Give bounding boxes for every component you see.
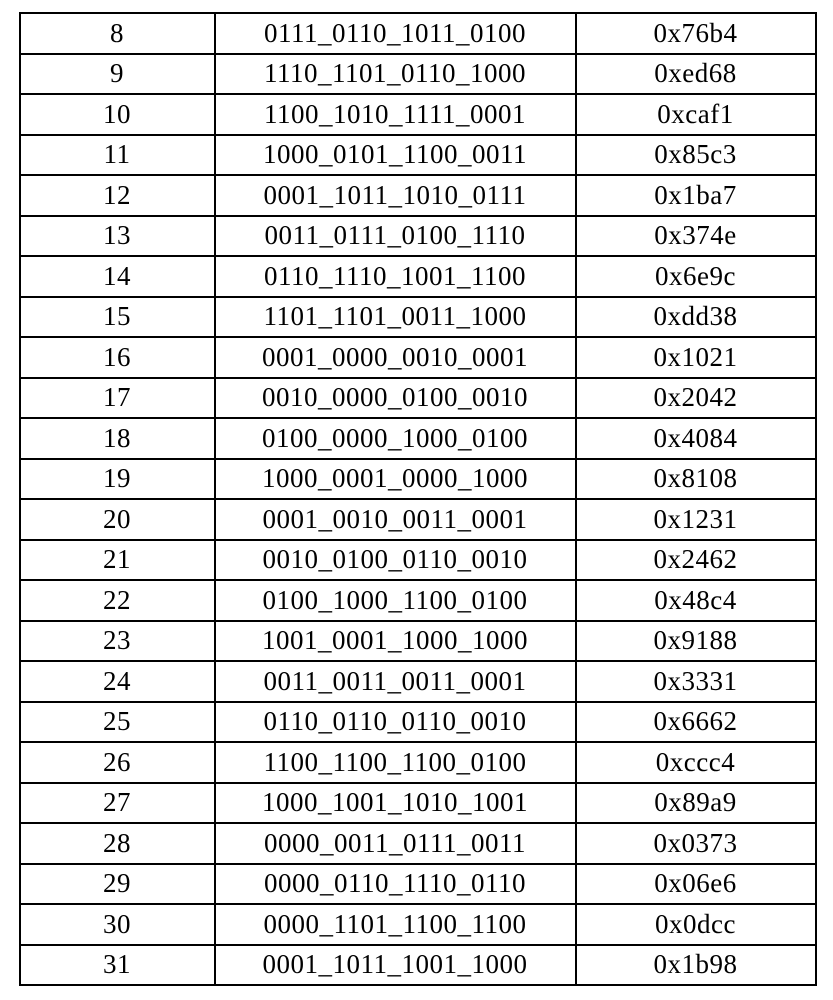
table-row: 300000_1101_1100_11000x0dcc	[20, 904, 816, 945]
lookup-table: 80111_0110_1011_01000x76b4 91110_1101_01…	[19, 12, 815, 986]
index-cell: 15	[20, 297, 215, 338]
binary-cell: 0001_0000_0010_0001	[215, 337, 576, 378]
table-row: 280000_0011_0111_00110x0373	[20, 823, 816, 864]
index-cell: 28	[20, 823, 215, 864]
binary-cell: 1100_1100_1100_0100	[215, 742, 576, 783]
hex-cell: 0x9188	[576, 621, 816, 662]
index-cell: 13	[20, 216, 215, 257]
index-cell: 20	[20, 499, 215, 540]
hex-cell: 0x374e	[576, 216, 816, 257]
index-cell: 12	[20, 175, 215, 216]
hex-cell: 0x6e9c	[576, 256, 816, 297]
table-row: 250110_0110_0110_00100x6662	[20, 702, 816, 743]
index-cell: 14	[20, 256, 215, 297]
hex-cell: 0x85c3	[576, 135, 816, 176]
hex-cell: 0x2042	[576, 378, 816, 419]
table-row: 220100_1000_1100_01000x48c4	[20, 580, 816, 621]
hex-cell: 0x0dcc	[576, 904, 816, 945]
hex-cell: 0x48c4	[576, 580, 816, 621]
index-cell: 23	[20, 621, 215, 662]
table-row: 290000_0110_1110_01100x06e6	[20, 864, 816, 905]
binary-cell: 1000_1001_1010_1001	[215, 783, 576, 824]
binary-cell: 0011_0011_0011_0001	[215, 661, 576, 702]
index-cell: 30	[20, 904, 215, 945]
index-cell: 22	[20, 580, 215, 621]
binary-cell: 1100_1010_1111_0001	[215, 94, 576, 135]
hex-cell: 0x4084	[576, 418, 816, 459]
table-row: 140110_1110_1001_11000x6e9c	[20, 256, 816, 297]
table-row: 160001_0000_0010_00010x1021	[20, 337, 816, 378]
index-cell: 18	[20, 418, 215, 459]
binary-cell: 1001_0001_1000_1000	[215, 621, 576, 662]
binary-cell: 0001_0010_0011_0001	[215, 499, 576, 540]
table-row: 210010_0100_0110_00100x2462	[20, 540, 816, 581]
index-cell: 31	[20, 945, 215, 986]
table-row: 170010_0000_0100_00100x2042	[20, 378, 816, 419]
table-row: 130011_0111_0100_11100x374e	[20, 216, 816, 257]
hex-cell: 0x8108	[576, 459, 816, 500]
hex-cell: 0xcaf1	[576, 94, 816, 135]
binary-cell: 1101_1101_0011_1000	[215, 297, 576, 338]
hex-cell: 0x1b98	[576, 945, 816, 986]
table-row: 231001_0001_1000_10000x9188	[20, 621, 816, 662]
table-row: 101100_1010_1111_00010xcaf1	[20, 94, 816, 135]
table-row: 240011_0011_0011_00010x3331	[20, 661, 816, 702]
hex-cell: 0x06e6	[576, 864, 816, 905]
binary-cell: 0000_0011_0111_0011	[215, 823, 576, 864]
index-cell: 21	[20, 540, 215, 581]
binary-cell: 0100_0000_1000_0100	[215, 418, 576, 459]
index-cell: 24	[20, 661, 215, 702]
index-cell: 16	[20, 337, 215, 378]
table-row: 111000_0101_1100_00110x85c3	[20, 135, 816, 176]
hex-cell: 0x1231	[576, 499, 816, 540]
index-cell: 8	[20, 13, 215, 54]
hex-cell: 0x6662	[576, 702, 816, 743]
binary-cell: 0001_1011_1010_0111	[215, 175, 576, 216]
index-cell: 29	[20, 864, 215, 905]
binary-cell: 0110_0110_0110_0010	[215, 702, 576, 743]
table-row: 180100_0000_1000_01000x4084	[20, 418, 816, 459]
binary-cell: 0001_1011_1001_1000	[215, 945, 576, 986]
binary-cell: 0011_0111_0100_1110	[215, 216, 576, 257]
table-row: 91110_1101_0110_10000xed68	[20, 54, 816, 95]
hex-cell: 0x76b4	[576, 13, 816, 54]
hex-cell: 0x1021	[576, 337, 816, 378]
hex-cell: 0xdd38	[576, 297, 816, 338]
binary-cell: 0000_0110_1110_0110	[215, 864, 576, 905]
hex-cell: 0x2462	[576, 540, 816, 581]
table-row: 310001_1011_1001_10000x1b98	[20, 945, 816, 986]
table-row: 261100_1100_1100_01000xccc4	[20, 742, 816, 783]
hex-cell: 0x89a9	[576, 783, 816, 824]
index-cell: 9	[20, 54, 215, 95]
index-cell: 26	[20, 742, 215, 783]
binary-cell: 0110_1110_1001_1100	[215, 256, 576, 297]
table-row: 120001_1011_1010_01110x1ba7	[20, 175, 816, 216]
binary-cell: 0100_1000_1100_0100	[215, 580, 576, 621]
binary-cell: 0010_0000_0100_0010	[215, 378, 576, 419]
index-cell: 25	[20, 702, 215, 743]
index-cell: 27	[20, 783, 215, 824]
binary-cell: 0000_1101_1100_1100	[215, 904, 576, 945]
index-cell: 11	[20, 135, 215, 176]
table-row: 200001_0010_0011_00010x1231	[20, 499, 816, 540]
table-row: 151101_1101_0011_10000xdd38	[20, 297, 816, 338]
index-cell: 17	[20, 378, 215, 419]
binary-cell: 1000_0001_0000_1000	[215, 459, 576, 500]
hex-cell: 0xccc4	[576, 742, 816, 783]
table-row: 271000_1001_1010_10010x89a9	[20, 783, 816, 824]
binary-cell: 1110_1101_0110_1000	[215, 54, 576, 95]
table-row: 80111_0110_1011_01000x76b4	[20, 13, 816, 54]
hex-cell: 0x0373	[576, 823, 816, 864]
hex-cell: 0xed68	[576, 54, 816, 95]
binary-cell: 1000_0101_1100_0011	[215, 135, 576, 176]
table-row: 191000_0001_0000_10000x8108	[20, 459, 816, 500]
binary-cell: 0111_0110_1011_0100	[215, 13, 576, 54]
index-cell: 19	[20, 459, 215, 500]
binary-cell: 0010_0100_0110_0010	[215, 540, 576, 581]
index-cell: 10	[20, 94, 215, 135]
hex-cell: 0x3331	[576, 661, 816, 702]
hex-cell: 0x1ba7	[576, 175, 816, 216]
data-table: 80111_0110_1011_01000x76b4 91110_1101_01…	[19, 12, 817, 986]
